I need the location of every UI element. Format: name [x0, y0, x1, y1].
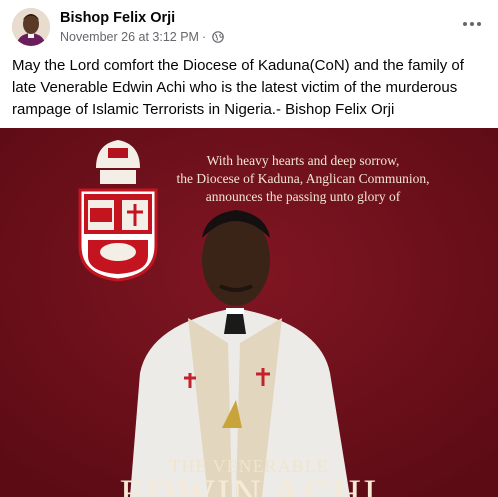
announcement-text: With heavy hearts and deep sorrow, the D…: [176, 153, 430, 204]
globe-icon[interactable]: [212, 31, 224, 43]
meta-separator: ·: [201, 30, 207, 44]
post-timestamp[interactable]: November 26 at 3:12 PM: [60, 30, 199, 44]
post-image[interactable]: With heavy hearts and deep sorrow, the D…: [0, 128, 498, 497]
post-caption: May the Lord comfort the Diocese of Kadu…: [12, 57, 464, 118]
deceased-name: EDWIN ACHI: [119, 471, 379, 497]
post-meta: November 26 at 3:12 PM ·: [60, 30, 224, 44]
author-name[interactable]: Bishop Felix Orji: [60, 10, 175, 26]
post-header: Bishop Felix Orji November 26 at 3:12 PM…: [0, 0, 498, 56]
author-avatar[interactable]: [12, 8, 50, 46]
more-options-icon[interactable]: [460, 12, 484, 36]
facebook-post: Bishop Felix Orji November 26 at 3:12 PM…: [0, 0, 498, 497]
avatar-image: [12, 8, 50, 46]
